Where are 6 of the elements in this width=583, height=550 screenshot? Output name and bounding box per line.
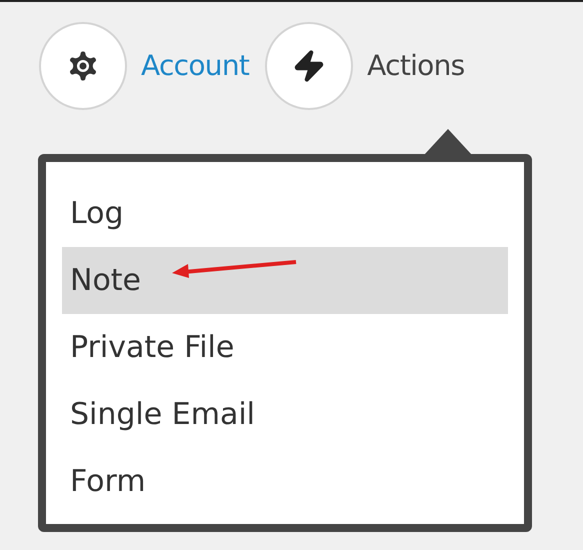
nav-button[interactable]: Actions xyxy=(265,22,465,110)
menu-item[interactable]: Single Email xyxy=(62,381,508,448)
menu-item[interactable]: Log xyxy=(62,180,508,247)
menu-item[interactable]: Private File xyxy=(62,314,508,381)
menu-item[interactable]: Note xyxy=(62,247,508,314)
menu-item[interactable]: Form xyxy=(62,448,508,515)
